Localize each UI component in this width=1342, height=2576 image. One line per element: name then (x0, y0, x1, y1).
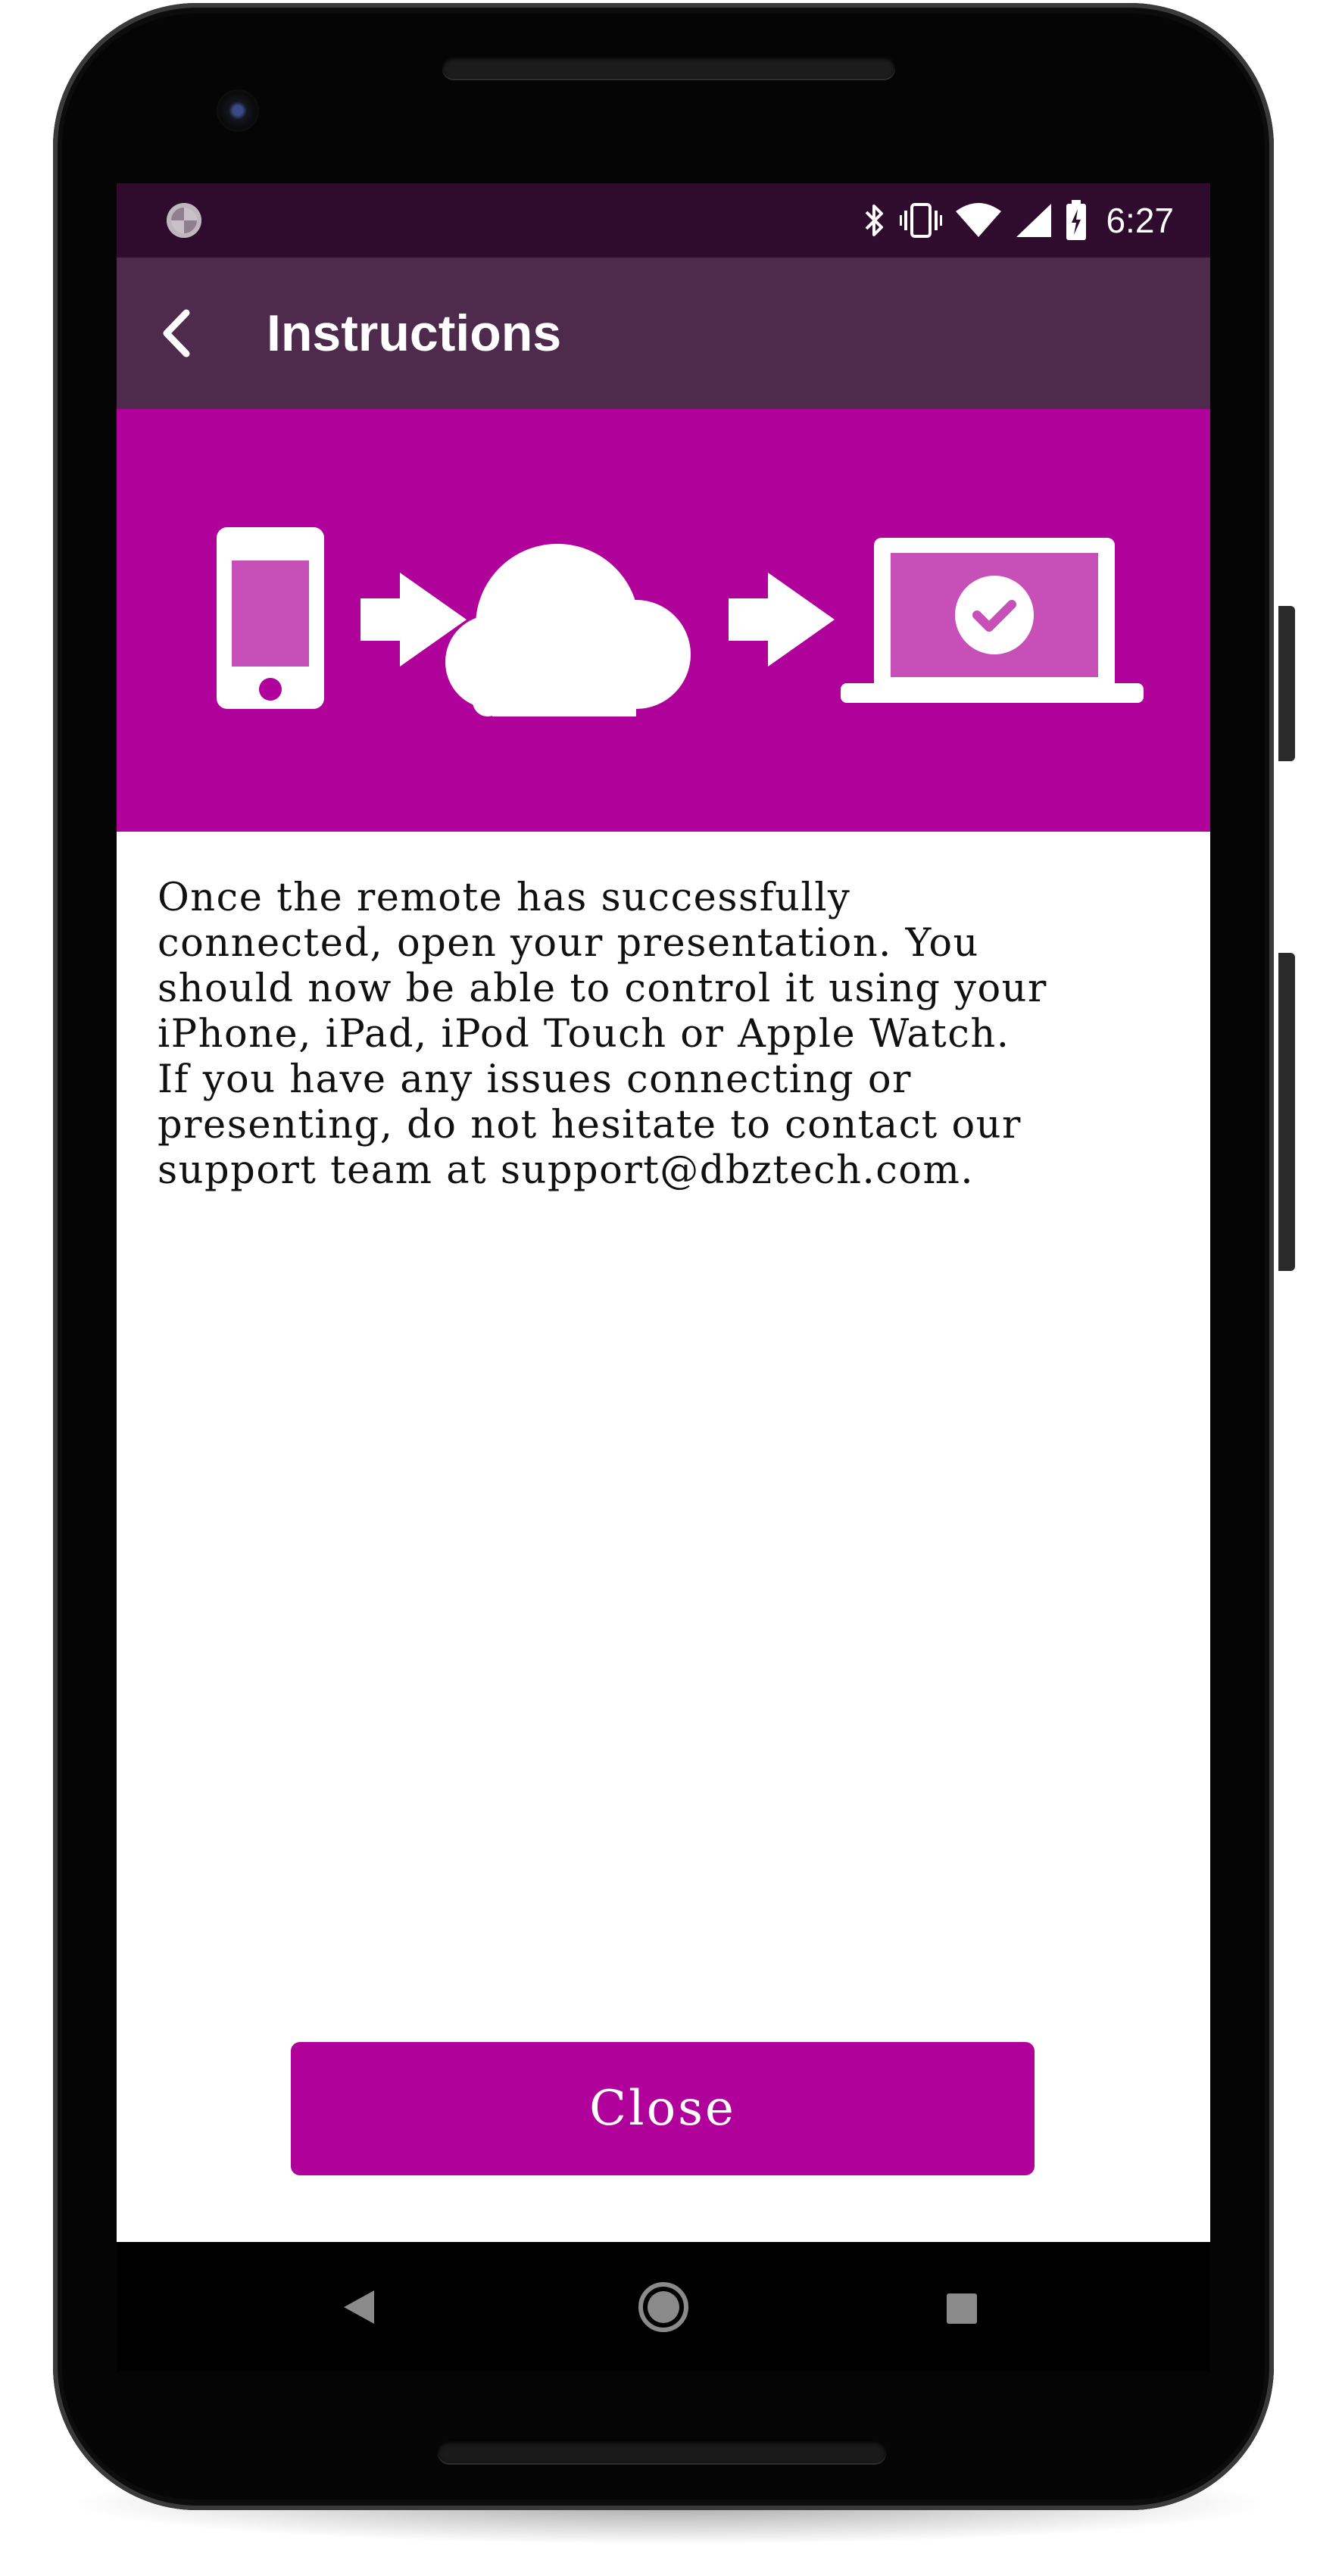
hero-illustration (217, 527, 1144, 717)
navigation-bar (117, 2242, 1210, 2371)
text-line: support team at support@dbztech.com. (158, 1148, 975, 1193)
text-line: If you have any issues connecting or (158, 1057, 912, 1102)
vibrate-icon (900, 201, 943, 239)
back-button[interactable] (138, 294, 217, 373)
text-line: connected, open your presentation. You (158, 921, 979, 966)
phone-icon (217, 527, 324, 709)
earpiece-speaker (442, 56, 895, 79)
nav-home-icon[interactable] (636, 2280, 691, 2338)
battery-charging-icon (1065, 200, 1088, 241)
close-button[interactable]: Close (291, 2042, 1035, 2175)
screen: 6:27 Instructions Once the remote has su… (117, 183, 1210, 2371)
nav-recent-icon[interactable] (945, 2292, 978, 2329)
app-bar: Instructions (117, 258, 1210, 409)
instructions-text: Once the remote has successfully connect… (158, 876, 1188, 1194)
hero-banner (117, 409, 1210, 832)
status-time: 6:27 (1106, 201, 1174, 240)
text-line: should now be able to control it using y… (158, 966, 1047, 1011)
bluetooth-icon (862, 201, 886, 239)
text-line: presenting, do not hesitate to contact o… (158, 1103, 1022, 1147)
nav-back-icon[interactable] (341, 2287, 377, 2331)
signal-icon (1015, 202, 1052, 239)
chevron-left-icon (163, 309, 190, 358)
sync-icon (167, 203, 201, 238)
status-bar: 6:27 (117, 183, 1210, 258)
cloud-icon (445, 544, 691, 717)
arrow-right-icon (729, 573, 835, 667)
side-button-power (1278, 606, 1295, 761)
laptop-check-icon (841, 538, 1144, 703)
bottom-speaker (438, 2440, 886, 2463)
side-button-volume (1278, 953, 1295, 1271)
text-line: iPhone, iPad, iPod Touch or Apple Watch. (158, 1012, 1010, 1057)
front-camera (217, 89, 259, 132)
text-line: Once the remote has successfully (158, 876, 851, 920)
wifi-icon (956, 202, 1002, 239)
page-title: Instructions (267, 304, 562, 362)
status-icons: 6:27 (862, 183, 1174, 258)
